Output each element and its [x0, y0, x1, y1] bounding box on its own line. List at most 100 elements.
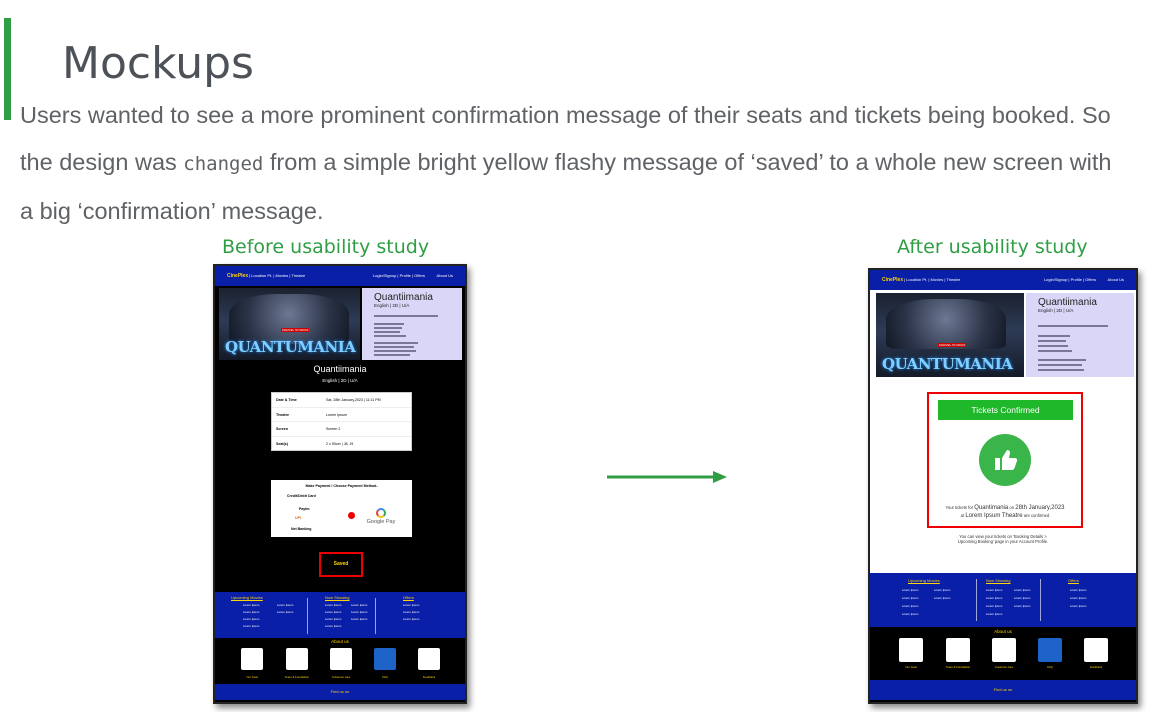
team-icon[interactable]: [946, 638, 970, 662]
find-us-bar: Find us on: [870, 680, 1136, 700]
footer-link[interactable]: Lorem Ipsum: [934, 588, 950, 592]
nav-links-right[interactable]: Login/Signup | Profile | Offers: [373, 273, 425, 278]
footer-link[interactable]: Lorem Ipsum: [325, 617, 341, 621]
about-label: FAQ: [382, 675, 388, 679]
brand-logo[interactable]: CinePlex: [227, 273, 248, 279]
footer-divider: [1040, 579, 1041, 621]
footer-divider: [375, 598, 376, 634]
faq-icon[interactable]: [1038, 638, 1062, 662]
footer-link[interactable]: Lorem Ipsum: [1070, 596, 1086, 600]
movie-poster: MARVEL STUDIOS QUANTUMANIA: [219, 288, 360, 360]
tickets-confirmed-banner: Tickets Confirmed: [938, 400, 1073, 420]
nav-about[interactable]: About Us: [1108, 277, 1124, 282]
detail-row: Theatre Lorem Ipsum: [272, 408, 411, 422]
info-line: [1038, 340, 1066, 342]
footer-link[interactable]: Lorem Ipsum: [1070, 588, 1086, 592]
nav-links-left[interactable]: | Location Pt. | Movies | Theatre: [904, 277, 960, 282]
info-line: [1038, 350, 1072, 352]
footer-link[interactable]: Lorem Ipsum: [243, 624, 259, 628]
footer-link[interactable]: Lorem Ipsum: [902, 596, 918, 600]
payment-option-card[interactable]: Credit/Debit Card: [287, 494, 316, 498]
footer-link[interactable]: Lorem Ipsum: [277, 610, 293, 614]
feedback-icon[interactable]: [1084, 638, 1108, 662]
footer-heading-upcoming[interactable]: Upcoming Movies: [908, 578, 940, 583]
faq-icon[interactable]: [374, 648, 396, 670]
poster-logo: QUANTUMANIA: [225, 338, 356, 356]
footer-link[interactable]: Lorem Ipsum: [351, 603, 367, 607]
payment-radio-icon[interactable]: [348, 512, 355, 519]
footer-link[interactable]: Lorem Ipsum: [1070, 604, 1086, 608]
footer-link[interactable]: Lorem Ipsum: [243, 603, 259, 607]
footer-link[interactable]: Lorem Ipsum: [277, 603, 293, 607]
footer-link[interactable]: Lorem Ipsum: [902, 588, 918, 592]
about-label: Customer care: [994, 665, 1014, 669]
navbar: CinePlex | Location Pt. | Movies | Theat…: [870, 270, 1136, 290]
nav-links-left[interactable]: | Location Pt. | Movies | Theatre: [249, 273, 305, 278]
navbar: CinePlex | Location Pt. | Movies | Theat…: [215, 266, 465, 286]
footer-link[interactable]: Lorem Ipsum: [902, 604, 918, 608]
footer-link[interactable]: Lorem Ipsum: [325, 610, 341, 614]
info-line: [374, 315, 438, 317]
detail-row: Seat(s) 2 x Silver | J8, J9: [276, 441, 354, 446]
footer-heading-now-showing[interactable]: Now Showing: [325, 595, 349, 600]
footer-link[interactable]: Lorem Ipsum: [403, 610, 419, 614]
info-line: [1038, 369, 1084, 371]
saved-message: Saved: [319, 552, 363, 577]
confirmation-message: Your tickets for Quantimania on 28th Jan…: [945, 505, 1065, 519]
about-label: Feedback: [422, 675, 436, 679]
google-pay-icon: [376, 508, 386, 518]
footer-link[interactable]: Lorem Ipsum: [1014, 588, 1030, 592]
about-label: Team & Foundation: [945, 665, 971, 669]
feedback-icon[interactable]: [418, 648, 440, 670]
payment-option-paytm[interactable]: Paytm: [299, 507, 310, 511]
brand-logo[interactable]: CinePlex: [882, 277, 903, 283]
footer-link[interactable]: Lorem Ipsum: [934, 596, 950, 600]
mockup-before: CinePlex | Location Pt. | Movies | Theat…: [213, 264, 467, 704]
payment-option-netbanking[interactable]: Net Banking: [291, 527, 311, 531]
mockup-after: CinePlex | Location Pt. | Movies | Theat…: [868, 268, 1138, 704]
customer-care-icon[interactable]: [330, 648, 352, 670]
confirmation-box: Tickets Confirmed Your tickets for Quant…: [927, 392, 1083, 528]
about-us-heading: About us: [331, 639, 349, 644]
info-line: [1038, 345, 1068, 347]
info-line: [1038, 364, 1082, 366]
team-icon[interactable]: [286, 648, 308, 670]
footer-heading-upcoming[interactable]: Upcoming Movies: [231, 595, 263, 600]
title-accent-bar: [4, 18, 11, 120]
footer-link[interactable]: Lorem Ipsum: [351, 610, 367, 614]
footer-link[interactable]: Lorem Ipsum: [1014, 604, 1030, 608]
footer-link[interactable]: Lorem Ipsum: [1014, 596, 1030, 600]
poster-figure: [229, 294, 349, 344]
footer-link[interactable]: Lorem Ipsum: [351, 617, 367, 621]
footer-heading-offers[interactable]: Offers: [403, 595, 414, 600]
footer-links: Upcoming Movies Now Showing Offers Lorem…: [870, 573, 1136, 627]
payment-option-upi[interactable]: UPI: [295, 516, 301, 520]
info-line: [1038, 359, 1086, 361]
customer-care-icon[interactable]: [992, 638, 1016, 662]
footer-link[interactable]: Lorem Ipsum: [243, 610, 259, 614]
goal-icon[interactable]: [899, 638, 923, 662]
footer-link[interactable]: Lorem Ipsum: [325, 624, 341, 628]
footer-link[interactable]: Lorem Ipsum: [986, 612, 1002, 616]
footer-link[interactable]: Lorem Ipsum: [243, 617, 259, 621]
goal-icon[interactable]: [241, 648, 263, 670]
footer-heading-now-showing[interactable]: Now Showing: [986, 578, 1010, 583]
detail-row: Screen Screen 2: [272, 422, 411, 437]
footer-link[interactable]: Lorem Ipsum: [325, 603, 341, 607]
booking-details-card: Date & Time Sat, 28th January,2023 | 11:1…: [271, 392, 412, 451]
footer-link[interactable]: Lorem Ipsum: [986, 604, 1002, 608]
footer-heading-offers[interactable]: Offers: [1068, 578, 1079, 583]
footer-divider: [976, 579, 977, 621]
movie-title: Quantiimania: [1038, 297, 1097, 308]
nav-about[interactable]: About Us: [437, 273, 453, 278]
about-label: Customer care: [331, 675, 351, 679]
footer-link[interactable]: Lorem Ipsum: [902, 612, 918, 616]
nav-links-right[interactable]: Login/Signup | Profile | Offers: [1044, 277, 1096, 282]
transition-arrow-icon: [607, 471, 727, 483]
footer-link[interactable]: Lorem Ipsum: [403, 603, 419, 607]
footer-link[interactable]: Lorem Ipsum: [403, 617, 419, 621]
about-icons-row: Our Goal Team & Foundation Customer care…: [870, 638, 1136, 676]
footer-link[interactable]: Lorem Ipsum: [986, 588, 1002, 592]
google-pay-option[interactable]: Google Pay: [364, 508, 398, 525]
footer-link[interactable]: Lorem Ipsum: [986, 596, 1002, 600]
